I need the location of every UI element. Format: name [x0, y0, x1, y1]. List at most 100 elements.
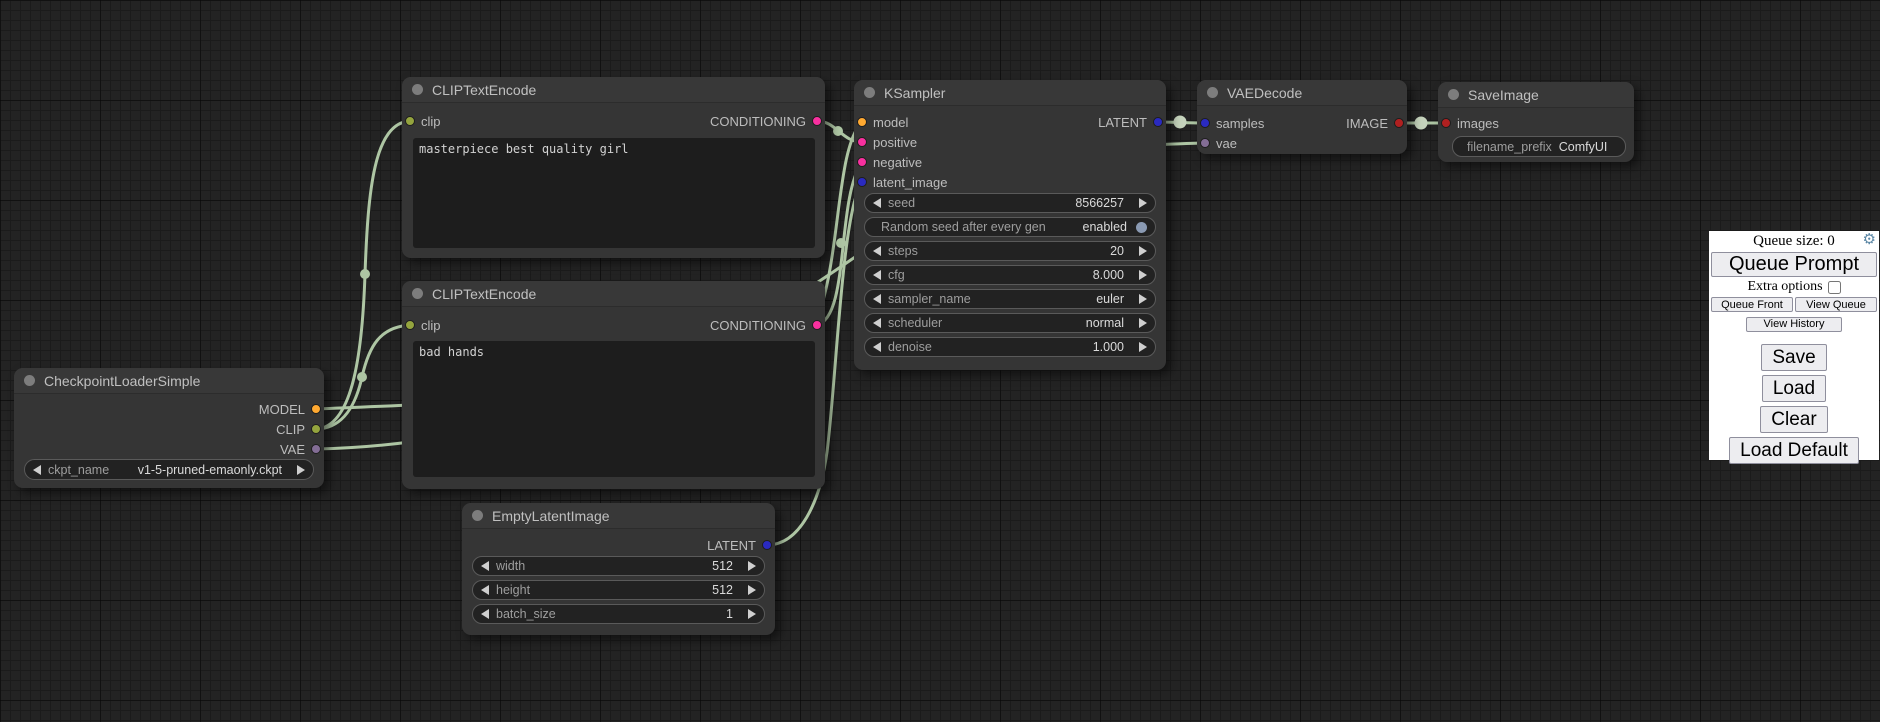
- widget-scheduler[interactable]: scheduler normal: [864, 313, 1156, 333]
- node-title-bar[interactable]: VAEDecode: [1197, 80, 1407, 106]
- prompt-textarea[interactable]: masterpiece best quality girl: [413, 138, 815, 248]
- port-model-icon[interactable]: [311, 404, 321, 414]
- decrement-arrow-icon[interactable]: [873, 246, 881, 256]
- node-clip-text-encode-positive[interactable]: CLIPTextEncode clip CONDITIONING masterp…: [402, 77, 825, 258]
- collapse-dot-icon[interactable]: [412, 288, 423, 299]
- decrement-arrow-icon[interactable]: [873, 342, 881, 352]
- increment-arrow-icon[interactable]: [1139, 246, 1147, 256]
- widget-seed[interactable]: seed 8566257: [864, 193, 1156, 213]
- decrement-arrow-icon[interactable]: [873, 198, 881, 208]
- node-title-bar[interactable]: CheckpointLoaderSimple: [14, 368, 324, 394]
- increment-arrow-icon[interactable]: [748, 561, 756, 571]
- decrement-arrow-icon[interactable]: [873, 294, 881, 304]
- port-clip-icon[interactable]: [311, 424, 321, 434]
- decrement-arrow-icon[interactable]: [873, 318, 881, 328]
- decrement-arrow-icon[interactable]: [481, 609, 489, 619]
- port-conditioning-icon[interactable]: [857, 137, 867, 147]
- queue-prompt-button[interactable]: Queue Prompt: [1711, 252, 1877, 277]
- output-slot-conditioning[interactable]: CONDITIONING: [710, 317, 822, 333]
- input-slot-negative[interactable]: negative: [857, 154, 922, 170]
- node-graph-canvas[interactable]: CheckpointLoaderSimple MODEL CLIP VAE ck…: [0, 0, 1880, 722]
- port-vae-icon[interactable]: [1200, 138, 1210, 148]
- port-image-icon[interactable]: [1441, 118, 1451, 128]
- port-image-icon[interactable]: [1394, 118, 1404, 128]
- input-slot-latent-image[interactable]: latent_image: [857, 174, 947, 190]
- input-slot-samples[interactable]: samples: [1200, 115, 1264, 131]
- prompt-textarea[interactable]: bad hands: [413, 341, 815, 477]
- decrement-arrow-icon[interactable]: [481, 585, 489, 595]
- decrement-arrow-icon[interactable]: [481, 561, 489, 571]
- widget-filename-prefix[interactable]: filename_prefix ComfyUI: [1452, 136, 1626, 157]
- increment-arrow-icon[interactable]: [1139, 342, 1147, 352]
- node-title-bar[interactable]: CLIPTextEncode: [402, 77, 825, 103]
- node-empty-latent-image[interactable]: EmptyLatentImage LATENT width 512 height…: [462, 503, 775, 635]
- output-slot-conditioning[interactable]: CONDITIONING: [710, 113, 822, 129]
- port-latent-icon[interactable]: [762, 540, 772, 550]
- node-title-bar[interactable]: SaveImage: [1438, 82, 1634, 108]
- collapse-dot-icon[interactable]: [1448, 89, 1459, 100]
- port-clip-icon[interactable]: [405, 116, 415, 126]
- widget-batch-size[interactable]: batch_size 1: [472, 604, 765, 624]
- node-save-image[interactable]: SaveImage images filename_prefix ComfyUI: [1438, 82, 1634, 162]
- input-slot-clip[interactable]: clip: [405, 113, 441, 129]
- widget-ckpt-name[interactable]: ckpt_name v1-5-pruned-emaonly.ckpt: [24, 459, 314, 480]
- view-queue-button[interactable]: View Queue: [1795, 297, 1877, 312]
- node-title-bar[interactable]: CLIPTextEncode: [402, 281, 825, 307]
- input-slot-positive[interactable]: positive: [857, 134, 917, 150]
- node-clip-text-encode-negative[interactable]: CLIPTextEncode clip CONDITIONING bad han…: [402, 281, 825, 489]
- widget-steps[interactable]: steps 20: [864, 241, 1156, 261]
- decrement-arrow-icon[interactable]: [33, 465, 41, 475]
- toggle-on-icon[interactable]: [1136, 222, 1147, 233]
- widget-random-seed-toggle[interactable]: Random seed after every gen enabled: [864, 217, 1156, 237]
- port-vae-icon[interactable]: [311, 444, 321, 454]
- settings-gear-icon[interactable]: ⚙: [1863, 232, 1876, 249]
- save-button[interactable]: Save: [1761, 344, 1826, 371]
- port-conditioning-icon[interactable]: [812, 116, 822, 126]
- port-conditioning-icon[interactable]: [812, 320, 822, 330]
- extra-options-checkbox[interactable]: [1828, 281, 1841, 294]
- clear-button[interactable]: Clear: [1760, 406, 1827, 433]
- increment-arrow-icon[interactable]: [1139, 198, 1147, 208]
- increment-arrow-icon[interactable]: [1139, 318, 1147, 328]
- increment-arrow-icon[interactable]: [748, 585, 756, 595]
- widget-sampler-name[interactable]: sampler_name euler: [864, 289, 1156, 309]
- collapse-dot-icon[interactable]: [472, 510, 483, 521]
- widget-cfg[interactable]: cfg 8.000: [864, 265, 1156, 285]
- decrement-arrow-icon[interactable]: [873, 270, 881, 280]
- increment-arrow-icon[interactable]: [1139, 294, 1147, 304]
- load-default-button[interactable]: Load Default: [1729, 437, 1859, 464]
- collapse-dot-icon[interactable]: [24, 375, 35, 386]
- view-history-button[interactable]: View History: [1746, 317, 1842, 332]
- collapse-dot-icon[interactable]: [864, 87, 875, 98]
- increment-arrow-icon[interactable]: [297, 465, 305, 475]
- node-vae-decode[interactable]: VAEDecode samples vae IMAGE: [1197, 80, 1407, 154]
- input-slot-images[interactable]: images: [1441, 115, 1499, 131]
- output-slot-model[interactable]: MODEL: [259, 401, 321, 417]
- widget-denoise[interactable]: denoise 1.000: [864, 337, 1156, 357]
- output-slot-image[interactable]: IMAGE: [1346, 115, 1404, 131]
- load-button[interactable]: Load: [1762, 375, 1826, 402]
- output-slot-vae[interactable]: VAE: [280, 441, 321, 457]
- queue-front-button[interactable]: Queue Front: [1711, 297, 1793, 312]
- collapse-dot-icon[interactable]: [1207, 87, 1218, 98]
- port-latent-icon[interactable]: [1200, 118, 1210, 128]
- collapse-dot-icon[interactable]: [412, 84, 423, 95]
- input-slot-vae[interactable]: vae: [1200, 135, 1237, 151]
- port-conditioning-icon[interactable]: [857, 157, 867, 167]
- node-checkpoint-loader[interactable]: CheckpointLoaderSimple MODEL CLIP VAE ck…: [14, 368, 324, 488]
- increment-arrow-icon[interactable]: [748, 609, 756, 619]
- port-clip-icon[interactable]: [405, 320, 415, 330]
- node-title-bar[interactable]: EmptyLatentImage: [462, 503, 775, 529]
- increment-arrow-icon[interactable]: [1139, 270, 1147, 280]
- node-ksampler[interactable]: KSampler model positive negative latent_…: [854, 80, 1166, 370]
- port-model-icon[interactable]: [857, 117, 867, 127]
- output-slot-latent[interactable]: LATENT: [1098, 114, 1163, 130]
- widget-height[interactable]: height 512: [472, 580, 765, 600]
- widget-width[interactable]: width 512: [472, 556, 765, 576]
- output-slot-clip[interactable]: CLIP: [276, 421, 321, 437]
- input-slot-clip[interactable]: clip: [405, 317, 441, 333]
- node-title-bar[interactable]: KSampler: [854, 80, 1166, 106]
- port-latent-icon[interactable]: [1153, 117, 1163, 127]
- output-slot-latent[interactable]: LATENT: [707, 537, 772, 553]
- port-latent-icon[interactable]: [857, 177, 867, 187]
